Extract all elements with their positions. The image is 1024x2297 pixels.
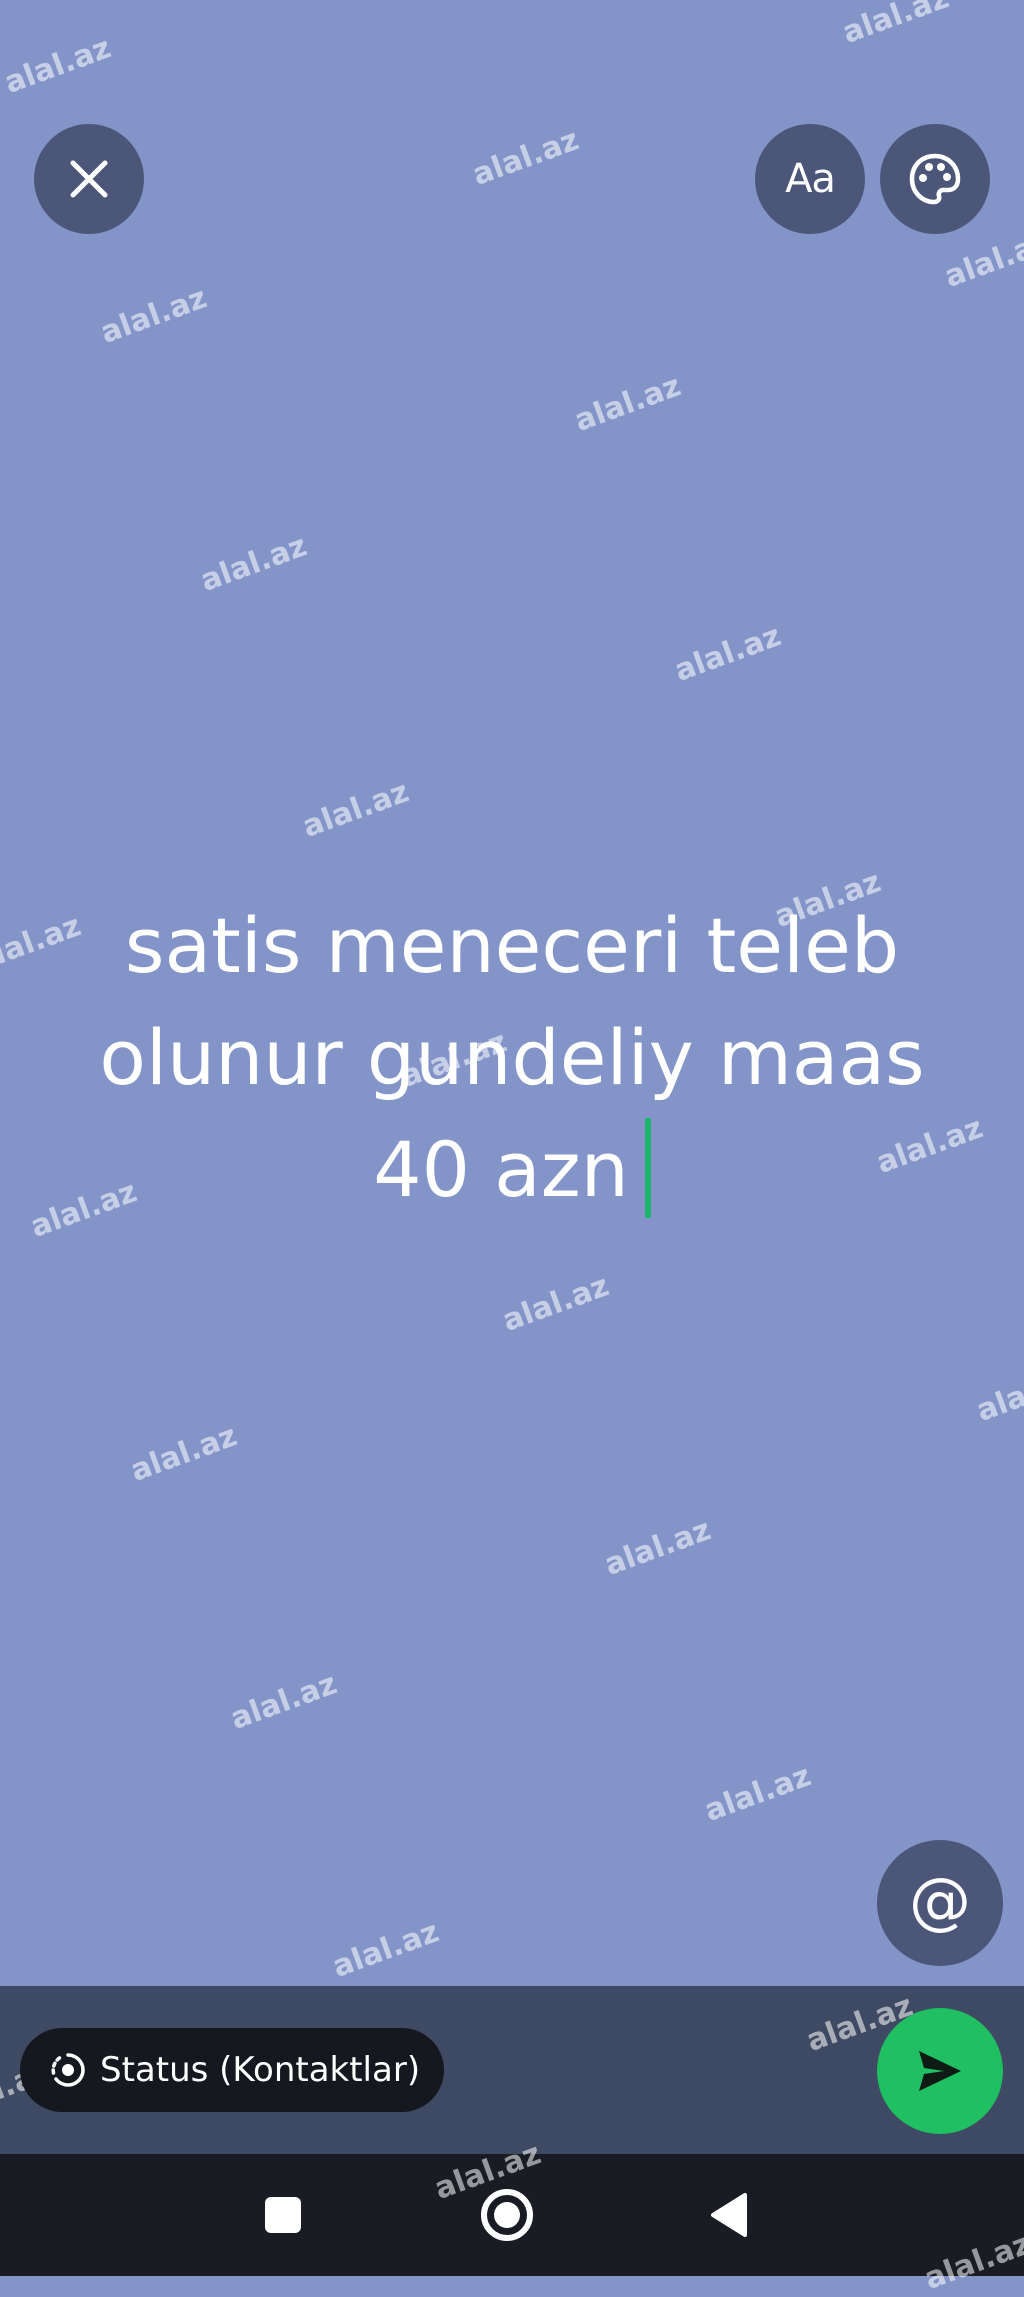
nav-home-button[interactable]	[470, 2178, 544, 2252]
watermark: alal.az	[700, 1758, 816, 1829]
status-text-editor[interactable]: satis meneceri teleb olunur gundeliy maa…	[40, 890, 984, 1226]
nav-back-button[interactable]	[692, 2178, 766, 2252]
watermark: alal.az	[920, 2226, 1024, 2297]
send-arrow-icon	[919, 2051, 961, 2091]
watermark: alal.az	[972, 1358, 1024, 1429]
status-audience-chip[interactable]: Status (Kontaktlar)	[20, 2028, 444, 2112]
font-style-button[interactable]: Aa	[755, 124, 865, 234]
status-footer: alal.az alal.az Status (Kontaktlar)	[0, 1986, 1024, 2154]
status-audience-label: Status (Kontaktlar)	[100, 2050, 421, 2090]
palette-icon	[909, 153, 961, 205]
watermark: alal.az	[196, 528, 312, 599]
status-text-line: olunur gundeliy maas	[99, 1013, 925, 1102]
system-navigation-bar: alal.az alal.az	[0, 2136, 1024, 2297]
nav-recents-button[interactable]	[246, 2178, 320, 2252]
status-ring-icon	[48, 2050, 88, 2090]
mention-button[interactable]: @	[877, 1840, 1003, 1966]
watermark: alal.az	[298, 774, 414, 845]
circle-icon	[481, 2189, 533, 2241]
watermark: alal.az	[96, 280, 212, 351]
color-palette-button[interactable]	[880, 124, 990, 234]
watermark: alal.az	[940, 224, 1024, 295]
watermark: alal.az	[468, 122, 584, 193]
text-caret	[644, 1118, 651, 1218]
watermark: alal.az	[226, 1666, 342, 1737]
at-icon: @	[909, 1864, 971, 1937]
triangle-back-icon	[711, 2193, 747, 2237]
watermark: alal.az	[498, 1268, 614, 1339]
send-button[interactable]	[877, 2008, 1003, 2134]
watermark: alal.az	[126, 1418, 242, 1489]
close-icon	[70, 160, 108, 198]
status-text-canvas[interactable]: alal.az alal.az alal.az alal.az alal.az …	[0, 0, 1024, 1986]
watermark: alal.az	[570, 368, 686, 439]
text-style-icon: Aa	[785, 156, 836, 202]
close-button[interactable]	[34, 124, 144, 234]
watermark: alal.az	[838, 0, 954, 51]
status-text-line: 40 azn	[373, 1125, 629, 1214]
watermark: alal.az	[600, 1512, 716, 1583]
watermark: alal.az	[328, 1914, 444, 1985]
square-icon	[265, 2197, 301, 2233]
watermark: alal.az	[670, 618, 786, 689]
watermark: alal.az	[0, 30, 116, 101]
status-text-line: satis meneceri teleb	[124, 901, 900, 990]
